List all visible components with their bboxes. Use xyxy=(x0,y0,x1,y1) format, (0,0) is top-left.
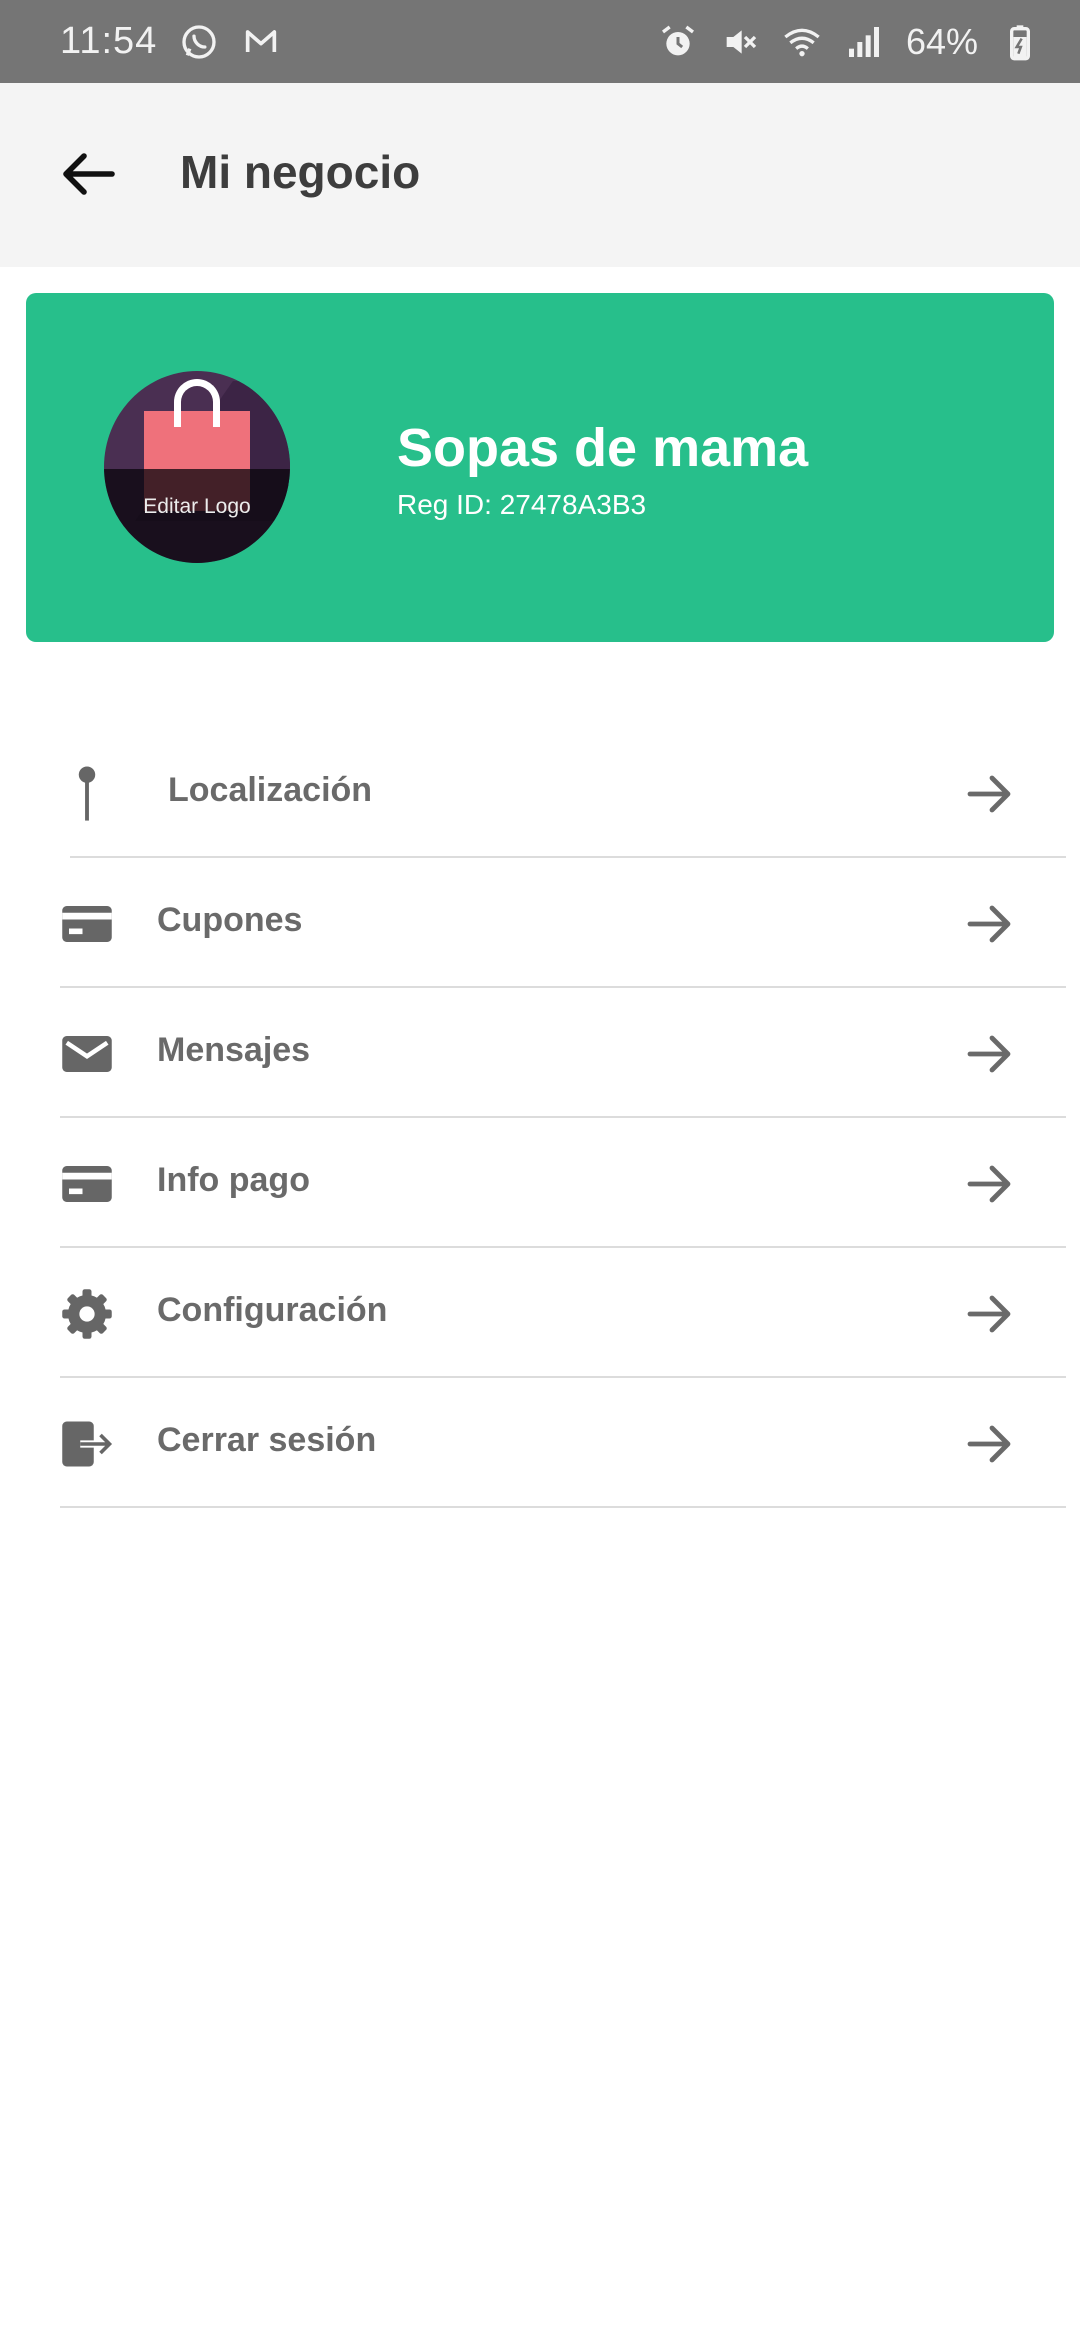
menu-item-mensajes[interactable]: Mensajes xyxy=(0,988,1080,1118)
menu-item-configuracion[interactable]: Configuración xyxy=(0,1248,1080,1378)
logout-icon xyxy=(60,1417,114,1471)
page-title: Mi negocio xyxy=(180,146,421,198)
arrow-forward-icon xyxy=(967,1035,1011,1073)
edit-logo-label[interactable]: Editar Logo xyxy=(104,495,290,519)
business-card: Editar Logo Sopas de mama Reg ID: 27478A… xyxy=(26,293,1054,642)
menu-item-cerrar-sesion[interactable]: Cerrar sesión xyxy=(0,1378,1080,1508)
business-logo[interactable]: Editar Logo xyxy=(104,371,290,563)
arrow-back-icon xyxy=(63,153,115,195)
status-time: 11:54 xyxy=(60,20,158,62)
alarm-icon xyxy=(661,25,694,55)
business-reg-id: Reg ID: 27478A3B3 xyxy=(397,489,647,520)
card-icon xyxy=(60,1157,114,1211)
menu-item-label: Cupones xyxy=(157,901,303,939)
mute-icon xyxy=(726,29,757,54)
battery-percent: 64% xyxy=(905,20,978,62)
app-bar: Mi negocio xyxy=(0,83,1080,267)
bag-handle xyxy=(174,379,220,427)
wifi-icon xyxy=(784,28,820,56)
menu-item-localizacion[interactable]: Localización xyxy=(0,728,1080,858)
business-name: Sopas de mama xyxy=(397,418,809,478)
arrow-forward-icon xyxy=(967,1425,1011,1463)
menu-item-label: Cerrar sesión xyxy=(157,1421,377,1459)
menu-item-label: Info pago xyxy=(157,1161,310,1199)
arrow-forward-icon xyxy=(967,775,1011,813)
menu-item-label: Mensajes xyxy=(157,1031,311,1069)
divider xyxy=(60,1506,1066,1508)
arrow-forward-icon xyxy=(967,1165,1011,1203)
signal-icon xyxy=(848,26,879,57)
gear-icon xyxy=(60,1287,114,1341)
menu-list: Localización Cupones Mensajes Info pago … xyxy=(0,728,1080,1508)
arrow-forward-icon xyxy=(967,1295,1011,1333)
menu-item-info-pago[interactable]: Info pago xyxy=(0,1118,1080,1248)
whatsapp-icon xyxy=(182,24,216,59)
menu-item-label: Localización xyxy=(168,771,373,809)
battery-charging-icon xyxy=(1010,24,1030,60)
menu-item-label: Configuración xyxy=(157,1291,388,1329)
arrow-forward-icon xyxy=(967,905,1011,943)
mail-icon xyxy=(60,1027,114,1081)
status-left: 11:54 xyxy=(60,20,281,63)
card-icon xyxy=(60,897,114,951)
pin-icon xyxy=(60,766,114,821)
menu-item-cupones[interactable]: Cupones xyxy=(0,858,1080,988)
gmail-icon xyxy=(246,29,277,52)
status-right: 64% xyxy=(658,21,1040,63)
status-bar: 11:54 64% xyxy=(0,0,1080,83)
back-button[interactable] xyxy=(52,138,124,210)
